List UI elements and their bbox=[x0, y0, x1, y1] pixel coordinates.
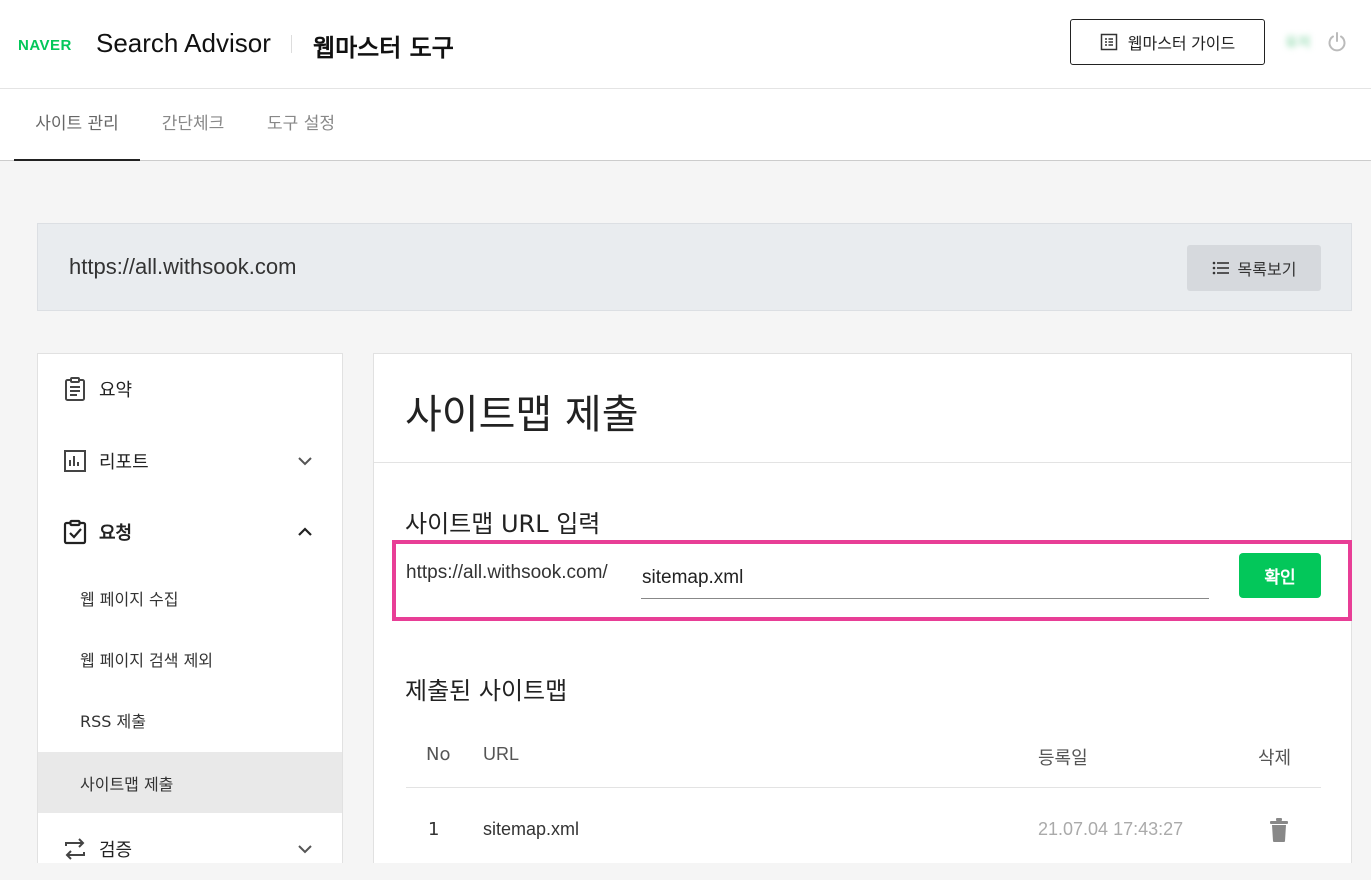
sidebar-item-request[interactable]: 요청 bbox=[38, 501, 342, 563]
row-url: sitemap.xml bbox=[483, 819, 580, 839]
tab-site-management[interactable]: 사이트 관리 bbox=[14, 89, 140, 161]
sidebar: 요약 리포트 요청 웹 페이지 수집 웹 페이지 검색 제외 RSS 제출 사이… bbox=[37, 353, 343, 863]
product-name[interactable]: Search Advisor bbox=[96, 28, 271, 59]
sitemap-url-heading: 사이트맵 URL 입력 bbox=[405, 510, 601, 538]
top-bar: NAVER Search Advisor 웹마스터 도구 웹마스터 가이드 유저 bbox=[0, 0, 1371, 89]
page-title: 사이트맵 제출 bbox=[405, 392, 639, 438]
user-name[interactable]: 유저 bbox=[1285, 32, 1311, 52]
sitemap-input-box: https://all.withsook.com/ 확인 bbox=[392, 540, 1352, 621]
list-icon bbox=[1212, 261, 1229, 275]
confirm-button[interactable]: 확인 bbox=[1239, 553, 1321, 598]
tab-quick-check[interactable]: 간단체크 bbox=[150, 89, 236, 161]
clipboard-check-icon bbox=[63, 519, 87, 545]
sidebar-subitem-webpage-exclude[interactable]: 웹 페이지 검색 제외 bbox=[38, 628, 342, 689]
list-view-label: 목록보기 bbox=[1237, 262, 1297, 279]
webmaster-guide-button[interactable]: 웹마스터 가이드 bbox=[1070, 19, 1265, 65]
column-header-url: URL bbox=[483, 744, 520, 764]
submitted-sitemaps-heading: 제출된 사이트맵 bbox=[405, 677, 568, 705]
naver-logo[interactable]: NAVER bbox=[18, 37, 72, 54]
tab-tool-settings[interactable]: 도구 설정 bbox=[256, 89, 346, 161]
sidebar-subitem-sitemap-submit[interactable]: 사이트맵 제출 bbox=[38, 752, 342, 813]
row-no: 1 bbox=[428, 819, 440, 840]
title-divider bbox=[374, 462, 1351, 463]
chevron-up-icon bbox=[298, 527, 312, 536]
title-divider bbox=[291, 35, 292, 53]
sidebar-item-label: 요약 bbox=[99, 380, 133, 401]
url-prefix: https://all.withsook.com/ bbox=[406, 562, 608, 583]
sidebar-subitem-rss-submit[interactable]: RSS 제출 bbox=[38, 689, 342, 750]
list-view-button[interactable]: 목록보기 bbox=[1187, 245, 1321, 291]
chevron-down-icon bbox=[298, 845, 312, 854]
site-url: https://all.withsook.com bbox=[69, 254, 297, 279]
bar-chart-icon bbox=[64, 450, 86, 472]
row-date: 21.07.04 17:43:27 bbox=[1038, 819, 1184, 839]
swap-arrows-icon bbox=[65, 838, 85, 860]
webmaster-guide-label: 웹마스터 가이드 bbox=[1127, 36, 1236, 53]
sitemap-url-input[interactable] bbox=[641, 558, 1209, 599]
main-panel: 사이트맵 제출 사이트맵 URL 입력 https://all.withsook… bbox=[373, 353, 1352, 863]
column-header-date: 등록일 bbox=[1038, 748, 1088, 769]
clipboard-icon bbox=[65, 377, 85, 401]
main-tabs: 사이트 관리 간단체크 도구 설정 bbox=[0, 89, 1371, 161]
chevron-down-icon bbox=[298, 457, 312, 466]
sidebar-item-report[interactable]: 리포트 bbox=[38, 430, 342, 492]
sidebar-item-label: 리포트 bbox=[99, 452, 149, 473]
document-list-icon bbox=[1100, 33, 1117, 51]
sidebar-item-label: 요청 bbox=[99, 523, 133, 544]
sidebar-item-summary[interactable]: 요약 bbox=[38, 358, 342, 420]
table-row: 1 sitemap.xml 21.07.04 17:43:27 bbox=[406, 788, 1321, 874]
column-header-no: No bbox=[426, 744, 451, 765]
sidebar-item-label: 검증 bbox=[99, 840, 133, 861]
sidebar-item-verify[interactable]: 검증 bbox=[38, 818, 342, 880]
table-header: No URL 등록일 삭제 bbox=[406, 724, 1321, 788]
site-bar: https://all.withsook.com 목록보기 bbox=[37, 223, 1352, 311]
column-header-delete: 삭제 bbox=[1258, 748, 1292, 769]
tool-title[interactable]: 웹마스터 도구 bbox=[313, 28, 454, 63]
power-icon[interactable] bbox=[1326, 31, 1348, 53]
trash-icon[interactable] bbox=[1268, 817, 1290, 843]
sidebar-subitem-webpage-collect[interactable]: 웹 페이지 수집 bbox=[38, 567, 342, 628]
